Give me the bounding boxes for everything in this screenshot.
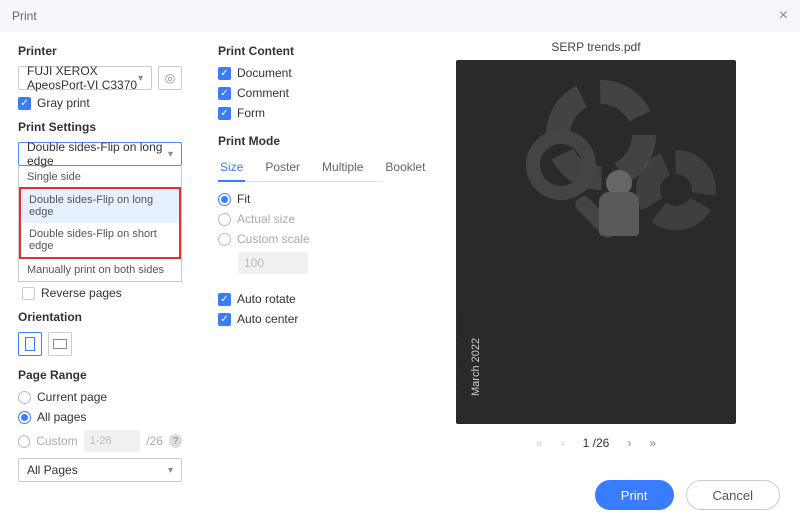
chevron-down-icon: ▾ [168, 149, 173, 160]
custom-range-radio[interactable] [18, 435, 30, 448]
orientation-landscape-button[interactable] [48, 332, 72, 356]
magnifier-icon [526, 130, 596, 200]
preview-pager: « ‹ 1 /26 › » [536, 436, 656, 450]
duplex-option-long-edge[interactable]: Double sides-Flip on long edge [21, 189, 179, 223]
duplex-option-short-edge[interactable]: Double sides-Flip on short edge [21, 223, 179, 257]
custom-range-input[interactable]: 1-26 [84, 430, 141, 452]
pager-indicator: 1 /26 [583, 436, 610, 450]
highlight-annotation: Double sides-Flip on long edge Double si… [19, 187, 181, 259]
orientation-heading: Orientation [18, 310, 182, 324]
auto-center-checkbox[interactable]: ✓ [218, 313, 231, 326]
actual-size-label: Actual size [237, 212, 295, 226]
help-icon[interactable]: ? [169, 434, 182, 448]
duplex-option-single[interactable]: Single side [19, 166, 181, 188]
fit-label: Fit [237, 192, 250, 206]
chevron-down-icon: ▾ [138, 73, 143, 84]
document-label: Document [237, 66, 292, 80]
gear-icon [636, 150, 716, 230]
pager-prev-button[interactable]: ‹ [561, 436, 565, 450]
preview-page: • similarweb SERP Feature Trends Every S… [456, 60, 736, 424]
all-pages-label: All pages [37, 410, 86, 424]
current-page-label: Current page [37, 390, 107, 404]
printer-select-value: FUJI XEROX ApeosPort-VI C3370 [27, 64, 138, 92]
pager-next-button[interactable]: › [627, 436, 631, 450]
chevron-down-icon: ▾ [168, 465, 173, 476]
cancel-button[interactable]: Cancel [686, 480, 780, 510]
auto-rotate-checkbox[interactable]: ✓ [218, 293, 231, 306]
document-checkbox[interactable]: ✓ [218, 67, 231, 80]
total-pages-label: /26 [146, 434, 163, 448]
page-range-heading: Page Range [18, 368, 182, 382]
fit-radio[interactable] [218, 193, 231, 206]
current-page-radio[interactable] [18, 391, 31, 404]
pager-first-button[interactable]: « [536, 436, 543, 450]
auto-center-label: Auto center [237, 312, 298, 326]
landscape-icon [53, 339, 67, 349]
duplex-dropdown-list: Single side Double sides-Flip on long ed… [18, 166, 182, 282]
reverse-pages-checkbox[interactable] [22, 287, 35, 300]
custom-scale-radio[interactable] [218, 233, 231, 246]
custom-range-label: Custom [36, 434, 77, 448]
duplex-select[interactable]: Double sides-Flip on long edge ▾ [18, 142, 182, 166]
reverse-pages-label: Reverse pages [41, 286, 122, 300]
preview-text: • similarweb SERP Feature Trends Every S… [456, 308, 482, 396]
print-button[interactable]: Print [595, 480, 674, 510]
gray-print-label: Gray print [37, 96, 90, 110]
duplex-select-value: Double sides-Flip on long edge [27, 140, 168, 168]
print-mode-heading: Print Mode [218, 134, 382, 148]
print-mode-tabs: Size Poster Multiple Booklet [218, 156, 382, 182]
print-settings-heading: Print Settings [18, 120, 182, 134]
tab-multiple[interactable]: Multiple [320, 156, 365, 181]
comment-checkbox[interactable]: ✓ [218, 87, 231, 100]
printer-select[interactable]: FUJI XEROX ApeosPort-VI C3370 ▾ [18, 66, 152, 90]
custom-scale-label: Custom scale [237, 232, 310, 246]
auto-rotate-label: Auto rotate [237, 292, 296, 306]
custom-scale-input[interactable]: 100 [238, 252, 308, 274]
printer-properties-button[interactable]: ◎ [158, 66, 182, 90]
comment-label: Comment [237, 86, 289, 100]
print-content-heading: Print Content [218, 44, 382, 58]
tab-size[interactable]: Size [218, 156, 245, 182]
printer-heading: Printer [18, 44, 182, 58]
preview-filename: SERP trends.pdf [551, 40, 640, 54]
titlebar: Print × [0, 0, 800, 32]
gray-print-checkbox[interactable]: ✓ [18, 97, 31, 110]
portrait-icon [25, 337, 35, 351]
page-subset-select[interactable]: All Pages ▾ [18, 458, 182, 482]
pager-last-button[interactable]: » [649, 436, 656, 450]
actual-size-radio[interactable] [218, 213, 231, 226]
form-label: Form [237, 106, 265, 120]
close-icon[interactable]: × [779, 7, 788, 25]
window-title: Print [12, 9, 37, 23]
duplex-option-manual[interactable]: Manually print on both sides [19, 259, 181, 281]
orientation-portrait-button[interactable] [18, 332, 42, 356]
all-pages-radio[interactable] [18, 411, 31, 424]
form-checkbox[interactable]: ✓ [218, 107, 231, 120]
page-subset-value: All Pages [27, 463, 78, 477]
person-icon [606, 170, 639, 236]
tab-poster[interactable]: Poster [263, 156, 302, 181]
